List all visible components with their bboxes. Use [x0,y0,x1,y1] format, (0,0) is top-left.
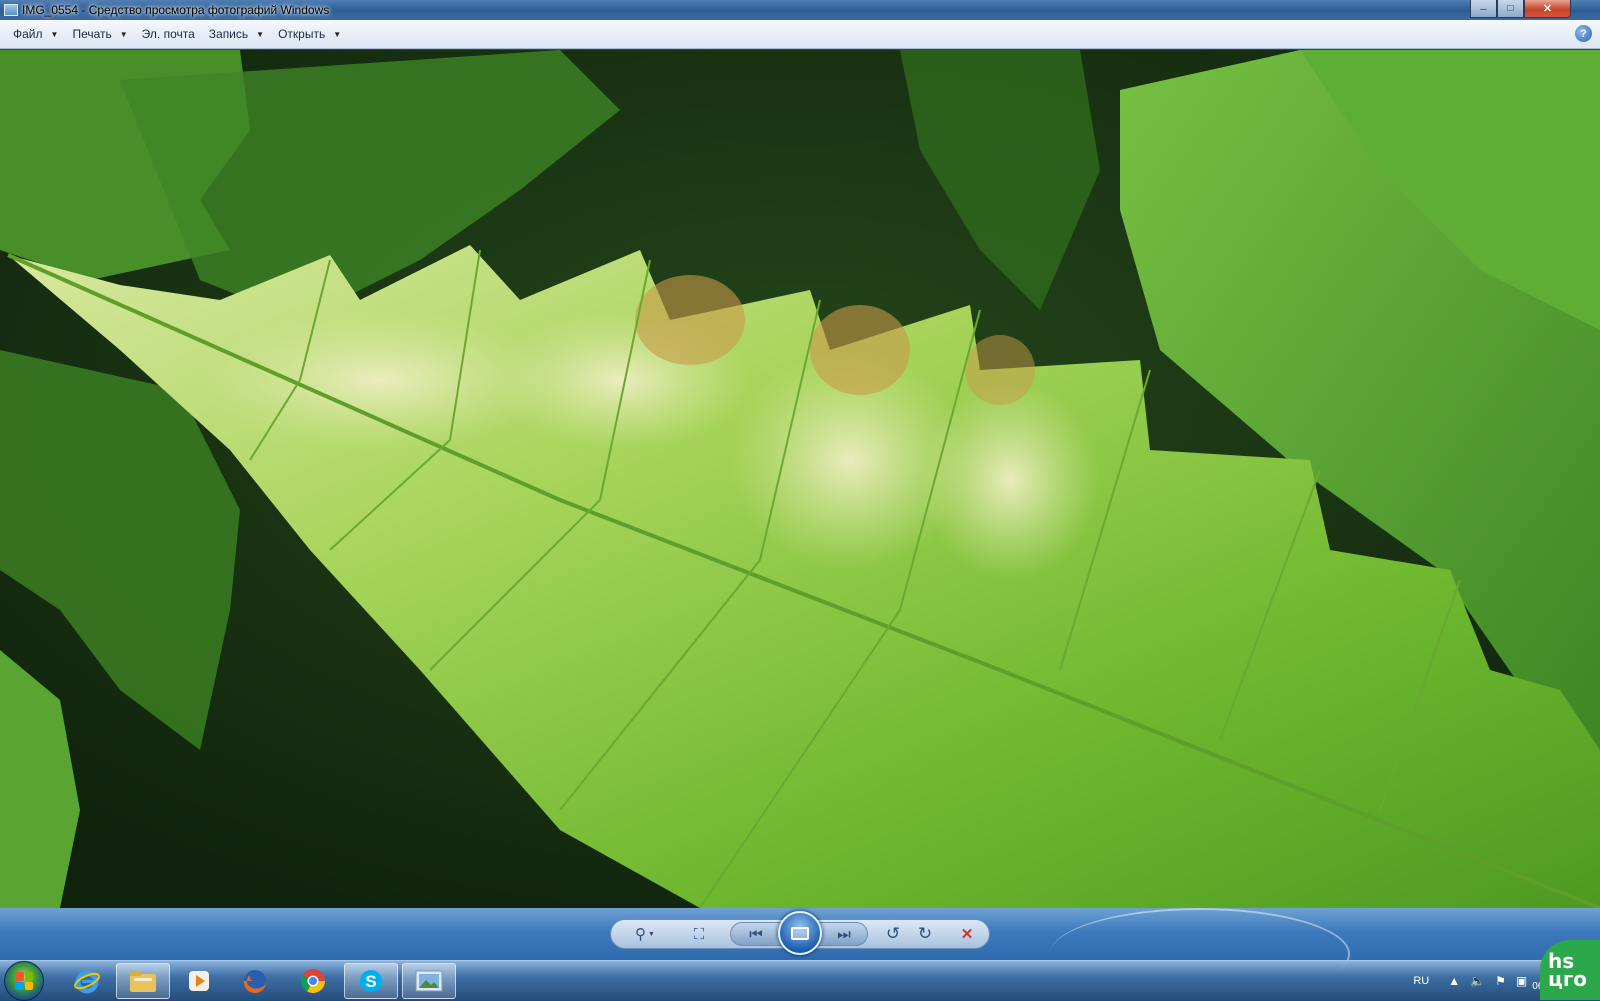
svg-text:S: S [365,972,376,991]
taskbar-photo-viewer[interactable] [402,963,456,999]
menu-burn[interactable]: Запись ▼ [202,23,271,45]
action-center-flag-icon[interactable]: ⚑ [1495,974,1506,988]
menu-print[interactable]: Печать ▼ [65,23,134,45]
maximize-icon: □ [1507,3,1514,14]
next-button[interactable]: ⏭ [830,922,858,946]
previous-icon: ⏮ [749,925,763,943]
menu-print-label: Печать [72,27,112,41]
taskbar-chrome[interactable] [286,963,340,999]
menu-file-label: Файл [13,27,43,41]
delete-button[interactable]: ✕ [954,922,980,946]
taskbar: S RU ▲ 🔈 ⚑ ▣ 1 06.04. [0,960,1600,1001]
leaf-brown-tip [810,305,910,395]
taskbar-internet-explorer[interactable] [60,963,114,999]
minimize-button[interactable]: ─ [1470,0,1497,18]
show-hidden-icons-arrow-icon[interactable]: ▲ [1448,974,1460,988]
chrome-icon [300,969,325,994]
minimize-icon: ─ [1480,3,1487,14]
slideshow-button[interactable] [778,911,822,955]
delete-icon: ✕ [960,926,974,943]
watermark-text: hs цго [1548,949,1588,991]
dropdown-arrow-icon: ▼ [256,29,265,39]
previous-button[interactable]: ⏮ [742,922,770,946]
next-icon: ⏭ [837,925,851,943]
viewer-control-bar: ⚲ ▼ ⛶ ⏮ ⏭ ↺ ↻ ✕ [0,908,1600,1000]
dropdown-arrow-icon: ▼ [119,29,128,39]
language-indicator[interactable]: RU [1413,975,1429,987]
window-controls: ─ □ ✕ [1470,0,1571,18]
network-icon[interactable]: ▣ [1516,974,1527,988]
window-title: IMG_0554 - Средство просмотра фотографий… [22,3,330,17]
taskbar-firefox[interactable] [228,963,282,999]
internet-explorer-icon [74,970,100,994]
title-bar: IMG_0554 - Средство просмотра фотографий… [0,0,1600,20]
photo-display[interactable] [0,50,1600,908]
leaf-patch [920,380,1100,580]
dropdown-arrow-icon: ▼ [333,29,342,39]
menu-open-label: Открыть [278,27,326,41]
help-button[interactable]: ? [1575,25,1592,42]
menu-email[interactable]: Эл. почта [135,23,202,45]
rotate-clockwise-icon: ↻ [917,924,933,943]
maximize-button[interactable]: □ [1497,0,1524,18]
fit-window-icon: ⛶ [693,925,705,943]
zoom-button[interactable]: ⚲ ▼ [630,922,660,946]
slideshow-icon [791,926,809,940]
menu-open[interactable]: Открыть ▼ [271,23,348,45]
zoom-icon: ⚲ [635,926,647,943]
photo-viewer-app-icon [4,4,18,16]
actual-size-button[interactable]: ⛶ [686,922,712,946]
media-player-icon [189,971,209,991]
skype-icon: S [360,970,382,992]
menu-burn-label: Запись [208,27,249,41]
close-button[interactable]: ✕ [1524,0,1571,18]
menu-bar: Файл ▼ Печать ▼ Эл. почта Запись ▼ Открыть ▼… [0,20,1600,49]
start-button[interactable] [4,961,44,1001]
close-icon: ✕ [1542,3,1553,15]
windows-logo-icon [15,972,33,990]
photo-viewer-icon [415,970,443,992]
leaf-brown-tip [965,335,1035,405]
taskbar-explorer[interactable] [116,963,170,999]
volume-icon[interactable]: 🔈 [1470,974,1485,988]
site-watermark-logo: hs цго [1540,940,1600,1000]
firefox-icon [243,970,266,994]
rotate-left-button[interactable]: ↺ [880,922,906,946]
menu-email-label: Эл. почта [141,27,195,41]
menu-file[interactable]: Файл ▼ [6,23,65,45]
dropdown-arrow-icon: ▼ [648,930,655,938]
taskbar-media-player[interactable] [172,963,226,999]
folder-icon [130,971,156,992]
leaf-brown-tip [635,275,745,365]
rotate-right-button[interactable]: ↻ [912,922,938,946]
taskbar-skype[interactable]: S [344,963,398,999]
rotate-counterclockwise-icon: ↺ [885,924,901,943]
leaf-photo [0,50,1600,908]
help-icon: ? [1580,27,1587,40]
dropdown-arrow-icon: ▼ [50,29,59,39]
